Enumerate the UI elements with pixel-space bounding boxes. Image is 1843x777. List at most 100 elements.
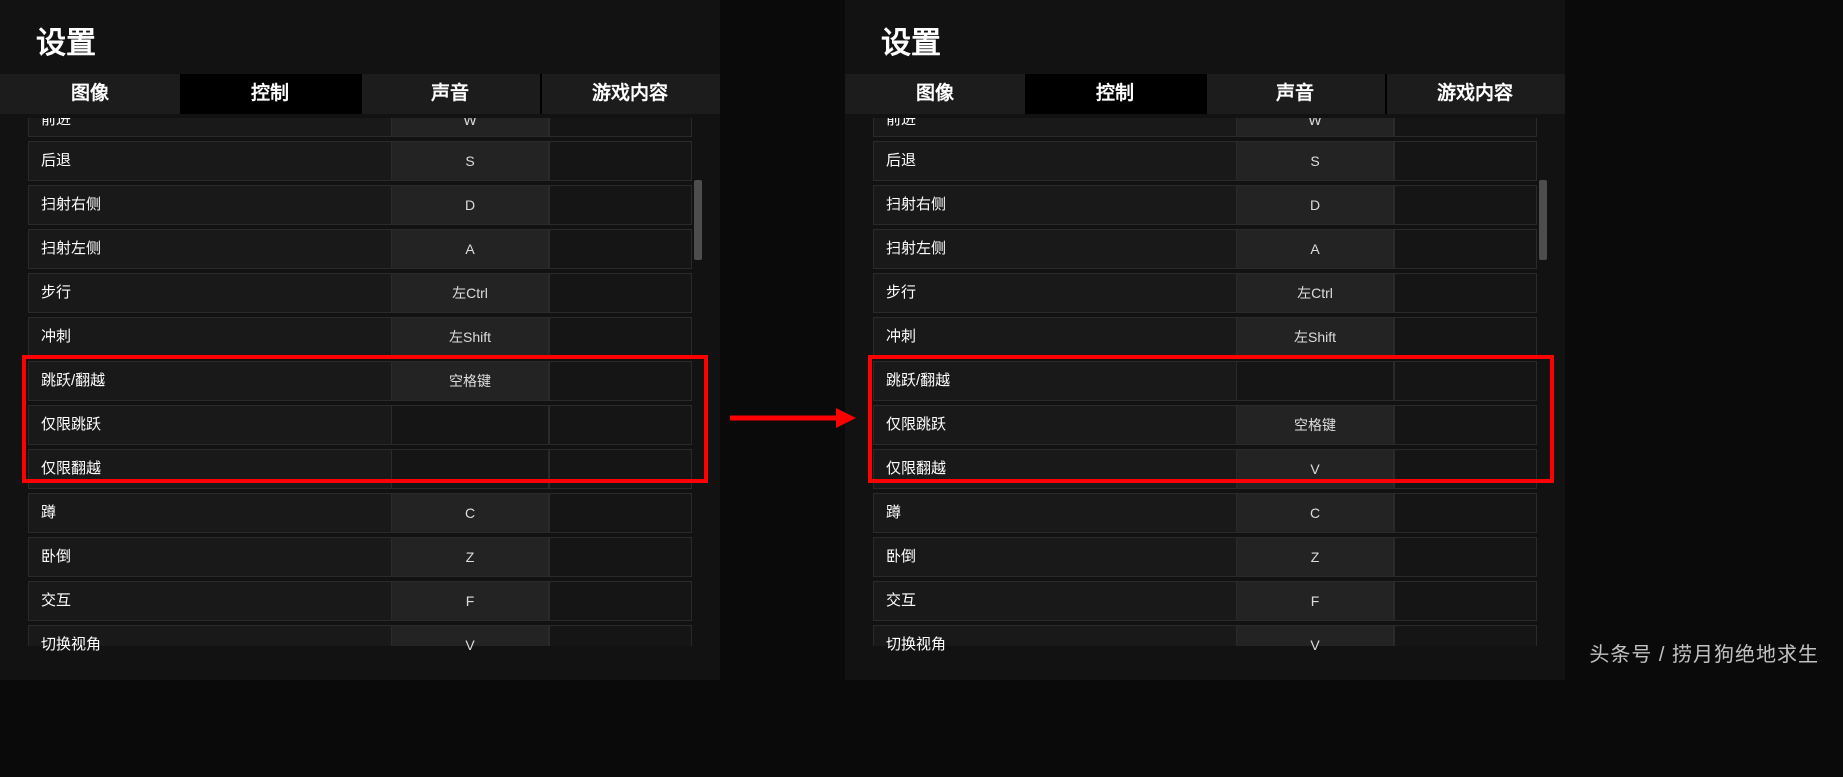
- binding-primary[interactable]: F: [391, 582, 549, 620]
- binding-label: 后退: [29, 142, 391, 180]
- binding-secondary[interactable]: [1394, 626, 1536, 646]
- binding-row: 扫射右侧D: [873, 185, 1537, 225]
- binding-row: 仅限翻越V: [873, 449, 1537, 489]
- binding-secondary[interactable]: [549, 494, 691, 532]
- binding-secondary[interactable]: [549, 318, 691, 356]
- binding-label: 切换视角: [874, 626, 1236, 646]
- binding-secondary[interactable]: [1394, 318, 1536, 356]
- binding-primary[interactable]: Z: [391, 538, 549, 576]
- tab-sound[interactable]: 声音: [360, 74, 540, 114]
- binding-secondary[interactable]: [549, 406, 691, 444]
- binding-secondary[interactable]: [549, 450, 691, 488]
- binding-label: 冲刺: [29, 318, 391, 356]
- tab-sound[interactable]: 声音: [1205, 74, 1385, 114]
- binding-secondary[interactable]: [1394, 118, 1536, 136]
- binding-label: 仅限翻越: [29, 450, 391, 488]
- binding-primary[interactable]: A: [391, 230, 549, 268]
- binding-row: 前进W: [28, 118, 692, 137]
- bindings-list: 前进W后退S扫射右侧D扫射左侧A步行左Ctrl冲刺左Shift跳跃/翻越空格键仅…: [28, 118, 692, 674]
- binding-primary[interactable]: 左Shift: [391, 318, 549, 356]
- page-title: 设置: [0, 0, 720, 68]
- binding-row: 仅限跳跃空格键: [873, 405, 1537, 445]
- binding-secondary[interactable]: [549, 538, 691, 576]
- tab-graphics[interactable]: 图像: [845, 74, 1025, 114]
- binding-secondary[interactable]: [1394, 186, 1536, 224]
- binding-primary[interactable]: [1236, 362, 1394, 400]
- tab-controls[interactable]: 控制: [1025, 74, 1205, 114]
- binding-label: 冲刺: [874, 318, 1236, 356]
- binding-secondary[interactable]: [1394, 494, 1536, 532]
- settings-panel-before: 设置 图像 控制 声音 游戏内容 前进W后退S扫射右侧D扫射左侧A步行左Ctrl…: [0, 0, 720, 680]
- binding-secondary[interactable]: [549, 142, 691, 180]
- binding-label: 扫射右侧: [29, 186, 391, 224]
- binding-secondary[interactable]: [549, 186, 691, 224]
- binding-primary[interactable]: W: [391, 118, 549, 136]
- binding-row: 后退S: [28, 141, 692, 181]
- binding-primary[interactable]: A: [1236, 230, 1394, 268]
- binding-secondary[interactable]: [1394, 142, 1536, 180]
- binding-primary[interactable]: V: [1236, 450, 1394, 488]
- binding-row: 切换视角V: [28, 625, 692, 646]
- binding-secondary[interactable]: [1394, 230, 1536, 268]
- binding-primary[interactable]: 左Shift: [1236, 318, 1394, 356]
- binding-label: 跳跃/翻越: [874, 362, 1236, 400]
- binding-primary[interactable]: 空格键: [1236, 406, 1394, 444]
- binding-label: 仅限翻越: [874, 450, 1236, 488]
- binding-secondary[interactable]: [1394, 582, 1536, 620]
- binding-label: 交互: [874, 582, 1236, 620]
- binding-secondary[interactable]: [549, 230, 691, 268]
- binding-label: 步行: [29, 274, 391, 312]
- binding-secondary[interactable]: [1394, 538, 1536, 576]
- binding-row: 跳跃/翻越: [873, 361, 1537, 401]
- binding-label: 交互: [29, 582, 391, 620]
- binding-secondary[interactable]: [1394, 362, 1536, 400]
- binding-row: 仅限翻越: [28, 449, 692, 489]
- tab-bar: 图像 控制 声音 游戏内容: [845, 74, 1565, 114]
- binding-primary[interactable]: F: [1236, 582, 1394, 620]
- binding-secondary[interactable]: [549, 118, 691, 136]
- binding-label: 扫射左侧: [874, 230, 1236, 268]
- binding-primary[interactable]: V: [391, 626, 549, 646]
- binding-primary[interactable]: [391, 450, 549, 488]
- binding-row: 冲刺左Shift: [28, 317, 692, 357]
- binding-primary[interactable]: 左Ctrl: [391, 274, 549, 312]
- binding-label: 仅限跳跃: [29, 406, 391, 444]
- binding-label: 卧倒: [29, 538, 391, 576]
- scrollbar-thumb[interactable]: [1539, 180, 1547, 260]
- tab-gameplay[interactable]: 游戏内容: [1385, 74, 1565, 114]
- bindings-list: 前进W后退S扫射右侧D扫射左侧A步行左Ctrl冲刺左Shift跳跃/翻越仅限跳跃…: [873, 118, 1537, 674]
- binding-label: 扫射左侧: [29, 230, 391, 268]
- binding-secondary[interactable]: [549, 582, 691, 620]
- binding-secondary[interactable]: [549, 626, 691, 646]
- scrollbar-thumb[interactable]: [694, 180, 702, 260]
- binding-primary[interactable]: C: [1236, 494, 1394, 532]
- binding-row: 交互F: [28, 581, 692, 621]
- binding-primary[interactable]: W: [1236, 118, 1394, 136]
- tab-controls[interactable]: 控制: [180, 74, 360, 114]
- binding-row: 前进W: [873, 118, 1537, 137]
- binding-row: 步行左Ctrl: [28, 273, 692, 313]
- binding-secondary[interactable]: [549, 362, 691, 400]
- binding-secondary[interactable]: [1394, 406, 1536, 444]
- binding-label: 卧倒: [874, 538, 1236, 576]
- binding-row: 冲刺左Shift: [873, 317, 1537, 357]
- binding-primary[interactable]: 左Ctrl: [1236, 274, 1394, 312]
- binding-row: 蹲C: [873, 493, 1537, 533]
- binding-primary[interactable]: [391, 406, 549, 444]
- binding-primary[interactable]: 空格键: [391, 362, 549, 400]
- binding-primary[interactable]: S: [391, 142, 549, 180]
- binding-secondary[interactable]: [549, 274, 691, 312]
- binding-secondary[interactable]: [1394, 274, 1536, 312]
- watermark-text: 头条号 / 捞月狗绝地求生: [1589, 638, 1819, 667]
- binding-primary[interactable]: D: [391, 186, 549, 224]
- binding-primary[interactable]: C: [391, 494, 549, 532]
- binding-row: 卧倒Z: [873, 537, 1537, 577]
- binding-row: 跳跃/翻越空格键: [28, 361, 692, 401]
- binding-primary[interactable]: S: [1236, 142, 1394, 180]
- binding-primary[interactable]: D: [1236, 186, 1394, 224]
- binding-primary[interactable]: Z: [1236, 538, 1394, 576]
- binding-primary[interactable]: V: [1236, 626, 1394, 646]
- tab-graphics[interactable]: 图像: [0, 74, 180, 114]
- binding-secondary[interactable]: [1394, 450, 1536, 488]
- tab-gameplay[interactable]: 游戏内容: [540, 74, 720, 114]
